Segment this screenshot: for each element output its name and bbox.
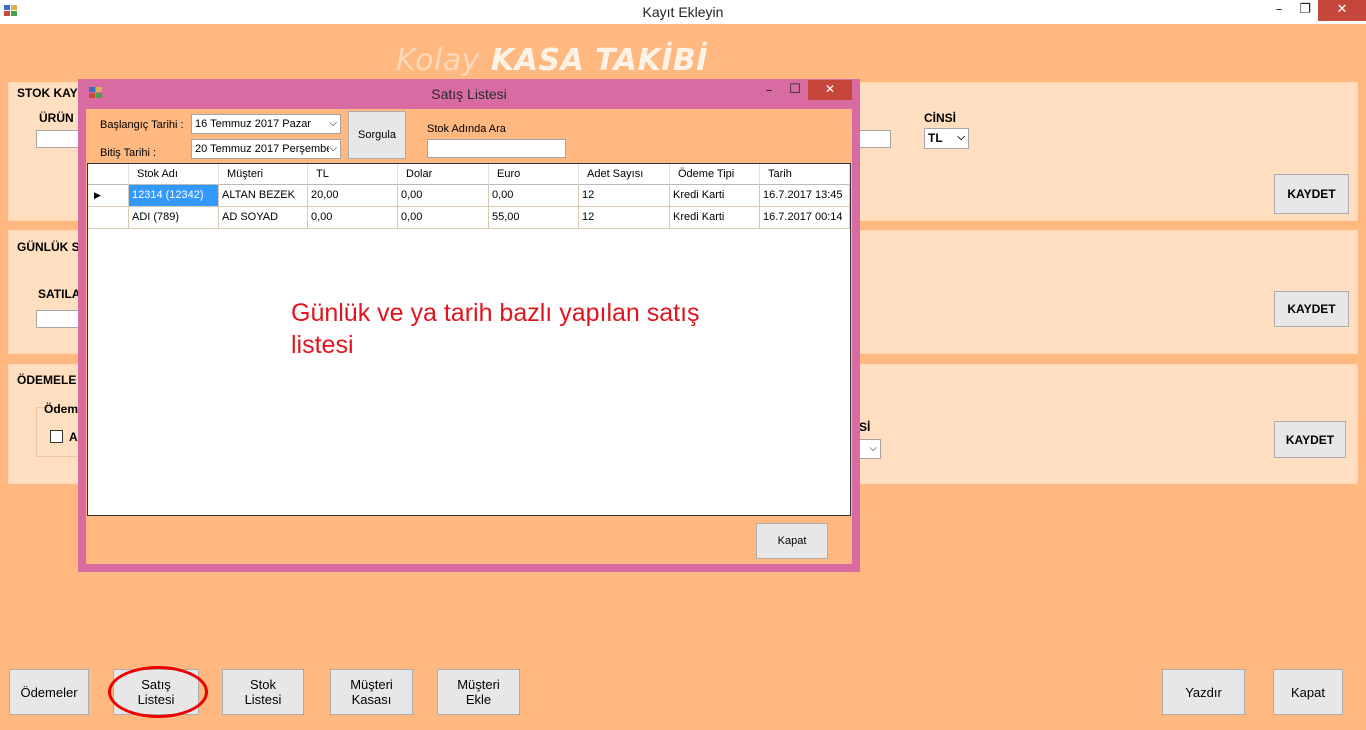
start-date-label: Başlangıç Tarihi :: [100, 119, 184, 131]
row-selector[interactable]: [88, 207, 129, 229]
maximize-button[interactable]: ❐: [1294, 0, 1316, 22]
cell-adet-sayisi[interactable]: 12: [579, 185, 670, 207]
stok-search-input[interactable]: [427, 139, 566, 158]
grid-header: Stok Adı Müşteri TL Dolar Euro Adet Sayı…: [88, 164, 850, 185]
cell-dolar[interactable]: 0,00: [398, 207, 489, 229]
stok-listesi-button[interactable]: Stok Listesi: [222, 669, 304, 715]
chevron-down-icon: ⌵: [957, 132, 965, 143]
satila-label: SATILA: [38, 287, 81, 301]
odeme-checkbox[interactable]: [50, 430, 63, 443]
cinsi-label: CİNSİ: [924, 111, 957, 125]
banner-light-text: Kolay: [396, 43, 480, 78]
col-header-odeme-tipi[interactable]: Ödeme Tipi: [670, 164, 760, 185]
dialog-close-button[interactable]: ✕: [808, 80, 852, 100]
row-selector-arrow-icon[interactable]: ▶: [88, 185, 129, 207]
annotation-line-1: Günlük ve ya tarih bazlı yapılan satış: [291, 299, 700, 327]
col-header-euro[interactable]: Euro: [489, 164, 579, 185]
banner-bold-text: KASA TAKİBİ: [490, 43, 708, 78]
musteri-ekle-line1: Müşteri: [457, 677, 500, 692]
col-header-stok-adi[interactable]: Stok Adı: [129, 164, 219, 185]
cinsi-select[interactable]: TL ⌵: [924, 128, 969, 149]
annotation-text: Günlük ve ya tarih bazlı yapılan satış l…: [291, 297, 731, 361]
app-banner: Kolay KASA TAKİBİ: [396, 43, 708, 78]
close-button[interactable]: ✕: [1318, 0, 1366, 21]
chevron-down-icon: ⌵: [329, 140, 337, 158]
odeme-checkbox-label: A: [69, 430, 78, 444]
musteri-ekle-line2: Ekle: [465, 692, 492, 707]
cell-tl[interactable]: 0,00: [308, 207, 398, 229]
cell-tarih[interactable]: 16.7.2017 00:14: [760, 207, 850, 229]
gunluk-save-button[interactable]: KAYDET: [1274, 291, 1349, 327]
cinsi-value: TL: [928, 131, 943, 145]
end-date-label: Bitiş Tarihi :: [100, 147, 157, 159]
odemeler-button[interactable]: Ödemeler: [9, 669, 89, 715]
dialog-maximize-button[interactable]: ☐: [784, 80, 806, 102]
cell-dolar[interactable]: 0,00: [398, 185, 489, 207]
chevron-down-icon: ⌵: [329, 118, 337, 129]
musteri-kasasi-line1: Müşteri: [350, 677, 393, 692]
col-header-dolar[interactable]: Dolar: [398, 164, 489, 185]
cell-stok-adi[interactable]: 12314 (12342): [129, 185, 219, 207]
gunluk-group-title: GÜNLÜK S: [17, 240, 80, 254]
col-header-adet-sayisi[interactable]: Adet Sayısı: [579, 164, 670, 185]
musteri-kasasi-line2: Kasası: [351, 692, 392, 707]
cell-stok-adi[interactable]: ADI (789): [129, 207, 219, 229]
musteri-ekle-button[interactable]: Müşteri Ekle: [437, 669, 520, 715]
window-title: Kayıt Ekleyin: [642, 4, 724, 20]
dialog-title: Satış Listesi: [431, 86, 507, 102]
odeme-select[interactable]: ⌵: [858, 439, 881, 459]
musteri-kasasi-button[interactable]: Müşteri Kasası: [330, 669, 413, 715]
cell-euro[interactable]: 0,00: [489, 185, 579, 207]
end-date-value: 20 Temmuz 2017 Perşembe: [195, 143, 333, 155]
stok-group-title: STOK KAY: [17, 86, 78, 100]
table-row[interactable]: ADI (789) AD SOYAD 0,00 0,00 55,00 12 Kr…: [88, 207, 850, 229]
minimize-button[interactable]: –: [1268, 0, 1290, 22]
cell-euro[interactable]: 55,00: [489, 207, 579, 229]
table-row[interactable]: ▶ 12314 (12342) ALTAN BEZEK 20,00 0,00 0…: [88, 185, 850, 207]
odemeler-save-button[interactable]: KAYDET: [1274, 421, 1346, 458]
cell-adet-sayisi[interactable]: 12: [579, 207, 670, 229]
start-date-picker[interactable]: 16 Temmuz 2017 Pazar ⌵: [191, 114, 341, 134]
stok-save-button[interactable]: KAYDET: [1274, 174, 1349, 214]
yazdir-button[interactable]: Yazdır: [1162, 669, 1245, 715]
stok-extra-input[interactable]: [858, 130, 891, 148]
cell-odeme-tipi[interactable]: Kredi Karti: [670, 185, 760, 207]
sorgula-button[interactable]: Sorgula: [348, 111, 406, 159]
col-header-tarih[interactable]: Tarih: [760, 164, 850, 185]
start-date-value: 16 Temmuz 2017 Pazar: [195, 118, 311, 130]
cell-musteri[interactable]: ALTAN BEZEK: [219, 185, 308, 207]
end-date-picker[interactable]: 20 Temmuz 2017 Perşembe ⌵: [191, 139, 341, 159]
urun-label: ÜRÜN: [39, 111, 74, 125]
search-label: Stok Adında Ara: [427, 123, 506, 135]
kapat-button[interactable]: Kapat: [1273, 669, 1343, 715]
cell-tl[interactable]: 20,00: [308, 185, 398, 207]
stok-listesi-line1: Stok: [249, 677, 276, 692]
stok-listesi-line2: Listesi: [244, 692, 282, 707]
annotation-line-2: listesi: [291, 331, 354, 359]
cell-musteri[interactable]: AD SOYAD: [219, 207, 308, 229]
dialog-minimize-button[interactable]: –: [758, 81, 780, 103]
highlight-circle: [108, 666, 208, 718]
dialog-kapat-button[interactable]: Kapat: [756, 523, 828, 559]
si-label: Sİ: [859, 420, 871, 434]
col-header-musteri[interactable]: Müşteri: [219, 164, 308, 185]
chevron-down-icon: ⌵: [869, 443, 877, 454]
row-header-corner: [88, 164, 129, 185]
cell-tarih[interactable]: 16.7.2017 13:45: [760, 185, 850, 207]
odemeler-group-title: ÖDEMELE: [17, 373, 77, 387]
cell-odeme-tipi[interactable]: Kredi Karti: [670, 207, 760, 229]
col-header-tl[interactable]: TL: [308, 164, 398, 185]
